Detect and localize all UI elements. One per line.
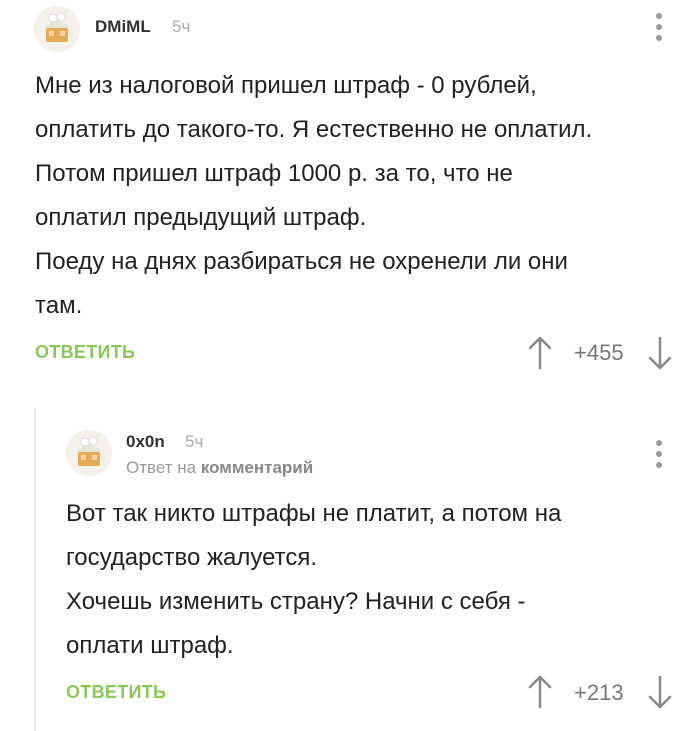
comment-line: Хочешь изменить страну? Начни с себя - [66,588,526,615]
comment-line: Поеду на днях разбираться не охренели ли… [35,248,568,275]
comment-line: оплатил предыдущий штраф. [35,204,367,231]
comment-line: там. [35,292,83,319]
comment: DMiML 5ч Мне из налоговой пришел штраф -… [0,0,700,400]
comment-body: Мне из налоговой пришел штраф - 0 рублей… [35,64,685,328]
comment-line: Мне из налоговой пришел штраф - 0 рублей… [35,72,537,99]
comment-line: Вот так никто штрафы не платит, а потом … [66,500,562,527]
more-vertical-icon[interactable] [654,13,664,43]
arrow-up-icon[interactable] [528,675,552,709]
avatar-icon [34,6,80,52]
reply-button[interactable]: ОТВЕТИТЬ [66,682,166,703]
arrow-down-icon[interactable] [648,336,672,370]
avatar[interactable] [66,430,112,476]
comment-line: оплати штраф. [66,632,234,659]
avatar-icon [66,430,112,476]
avatar[interactable] [34,6,80,52]
reply-to: Ответ на комментарий [126,458,313,478]
comment-line: государство жалуется. [66,544,318,571]
rating-count: +213 [574,680,624,705]
reply-to-link[interactable]: комментарий [201,458,313,477]
rating-count: +455 [574,340,624,365]
more-vertical-icon[interactable] [654,440,664,470]
comment-line: оплатить до такого-то. Я естественно не … [35,116,593,143]
comment-line: Потом пришел штраф 1000 р. за то, что не [35,160,513,187]
comment-time: 5ч [172,17,191,36]
arrow-down-icon[interactable] [648,675,672,709]
comment-reply: 0x0n 5ч Ответ на комментарий Вот так ник… [0,408,700,731]
reply-button[interactable]: ОТВЕТИТЬ [35,342,135,363]
comment-time: 5ч [185,432,204,451]
reply-to-prefix: Ответ на [126,458,197,477]
comment-body: Вот так никто штрафы не платит, а потом … [66,492,686,668]
arrow-up-icon[interactable] [528,336,552,370]
username[interactable]: DMiML [95,17,151,37]
username[interactable]: 0x0n [126,432,165,452]
